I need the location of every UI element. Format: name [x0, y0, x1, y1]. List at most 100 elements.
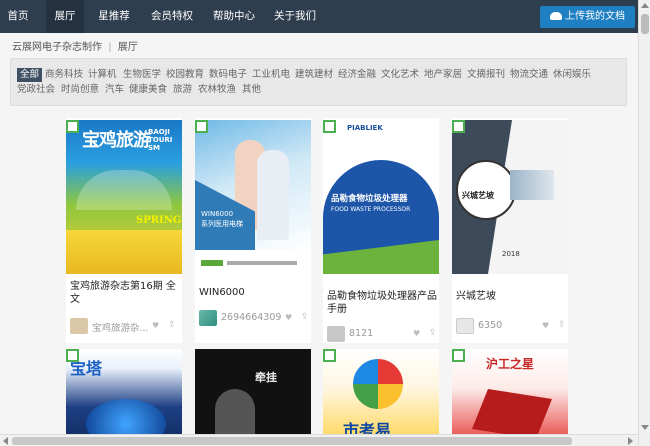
- publication-card[interactable]: 沪工之星: [452, 349, 568, 446]
- horizontal-scrollbar[interactable]: [0, 434, 638, 446]
- view-count: 8121: [349, 328, 374, 339]
- category-item[interactable]: 休闲娱乐: [553, 68, 591, 82]
- nav-vip-label: 会员特权: [151, 10, 193, 22]
- card-footer: 宝鸡旅游杂... ♥ ⇪: [70, 318, 180, 336]
- scroll-right-icon[interactable]: [628, 437, 633, 445]
- heart-icon[interactable]: ♥: [413, 330, 421, 338]
- publication-title[interactable]: 兴城艺坡: [456, 290, 566, 303]
- cover-year: 2018: [502, 250, 520, 258]
- scroll-left-icon[interactable]: [3, 437, 8, 445]
- publication-cover[interactable]: WIN6000 系列医用电梯: [195, 120, 311, 274]
- publication-cover[interactable]: 宝塔: [66, 349, 182, 446]
- category-item[interactable]: 建筑建材: [295, 68, 333, 82]
- publication-card[interactable]: PIABLIEK 品勒食物垃圾处理器 FOOD WASTE PROCESSOR …: [323, 118, 439, 343]
- breadcrumb-current: 展厅: [117, 42, 138, 53]
- heart-icon[interactable]: ♥: [542, 322, 550, 330]
- publication-cover[interactable]: 牵挂: [195, 349, 311, 446]
- share-icon[interactable]: ⇪: [558, 321, 566, 330]
- share-icon[interactable]: ⇪: [429, 329, 437, 338]
- category-item[interactable]: 文摘报刊: [467, 68, 505, 82]
- category-item[interactable]: 生物医学: [123, 68, 161, 82]
- avatar[interactable]: [456, 318, 474, 334]
- category-item[interactable]: 农林牧渔: [198, 83, 236, 97]
- nav-home[interactable]: 首页: [0, 0, 36, 33]
- vertical-scrollbar[interactable]: [638, 0, 650, 446]
- category-item[interactable]: 经济金融: [338, 68, 376, 82]
- category-all[interactable]: 全部: [17, 68, 43, 82]
- share-icon[interactable]: ⇪: [301, 313, 309, 322]
- nav-vip[interactable]: 会员特权: [146, 0, 198, 33]
- heart-icon[interactable]: ♥: [152, 322, 160, 330]
- publication-card[interactable]: 兴城艺坡 2018 兴城艺坡 6350 ♥ ⇪: [452, 118, 568, 343]
- category-item[interactable]: 时尚创意: [61, 83, 99, 97]
- publication-cover[interactable]: 沪工之星: [452, 349, 568, 446]
- nav-recommend-label: 星推荐: [98, 10, 130, 22]
- cloud-upload-icon: [550, 12, 562, 20]
- scroll-thumb[interactable]: [12, 437, 572, 445]
- qr-code-icon: [323, 120, 336, 133]
- publication-cover[interactable]: 市考易: [323, 349, 439, 446]
- category-item[interactable]: 健康美食: [129, 83, 167, 97]
- category-item[interactable]: 文化艺术: [381, 68, 419, 82]
- scroll-thumb[interactable]: [641, 14, 649, 34]
- category-item[interactable]: 党政社会: [17, 83, 55, 97]
- publication-card[interactable]: WIN6000 系列医用电梯 WIN6000 2694664309 ♥ ⇪: [195, 118, 311, 343]
- category-item[interactable]: 物流交通: [510, 68, 548, 82]
- category-item[interactable]: 校园教育: [166, 68, 204, 82]
- cover-season: SPRING: [136, 215, 182, 226]
- nav-gallery-label: 展厅: [54, 10, 76, 22]
- cover-text: WIN6000: [201, 210, 234, 218]
- category-item[interactable]: 旅游: [173, 83, 192, 97]
- qr-code-icon: [452, 349, 465, 362]
- avatar[interactable]: [327, 326, 345, 342]
- card-footer: 2694664309 ♥ ⇪: [199, 310, 309, 328]
- category-filter: 全部 商务科技 计算机 生物医学 校园教育 数码电子 工业机电 建筑建材 经济金…: [10, 58, 627, 106]
- upload-button[interactable]: 上传我的文档: [540, 6, 635, 28]
- cover-subtext: BAOJI TOURISM: [148, 128, 173, 152]
- cover-subtitle: FOOD WASTE PROCESSOR: [331, 206, 411, 213]
- breadcrumb: 云展网电子杂志制作 | 展厅: [12, 38, 141, 53]
- cover-text: 宝鸡旅游: [82, 130, 151, 151]
- cover-subtext: 系列医用电梯: [201, 220, 243, 228]
- cover-brand: PIABLIEK: [347, 124, 383, 132]
- publication-cover[interactable]: PIABLIEK 品勒食物垃圾处理器 FOOD WASTE PROCESSOR: [323, 120, 439, 274]
- top-nav: 首页 展厅 星推荐 会员特权 帮助中心 关于我们 上传我的文档: [0, 0, 638, 33]
- publication-title[interactable]: 宝鸡旅游杂志第16期 全文: [70, 280, 180, 306]
- heart-icon[interactable]: ♥: [285, 314, 293, 322]
- breadcrumb-separator: |: [108, 42, 112, 53]
- cover-title: 品勒食物垃圾处理器: [331, 194, 408, 204]
- scroll-down-icon[interactable]: [641, 425, 649, 430]
- upload-label: 上传我的文档: [565, 11, 625, 22]
- qr-code-icon: [195, 120, 208, 133]
- nav-help[interactable]: 帮助中心: [208, 0, 260, 33]
- publication-card[interactable]: 宝鸡旅游 BAOJI TOURISM SPRING 宝鸡旅游杂志第16期 全文 …: [66, 118, 182, 343]
- category-item[interactable]: 数码电子: [209, 68, 247, 82]
- author-name[interactable]: 宝鸡旅游杂...: [92, 320, 149, 334]
- breadcrumb-root[interactable]: 云展网电子杂志制作: [12, 42, 102, 53]
- publication-title[interactable]: WIN6000: [199, 286, 309, 299]
- avatar[interactable]: [199, 310, 217, 326]
- nav-about-label: 关于我们: [274, 10, 316, 22]
- cover-text: 兴城艺坡: [462, 191, 494, 200]
- category-item[interactable]: 工业机电: [252, 68, 290, 82]
- publication-card[interactable]: 市考易: [323, 349, 439, 446]
- avatar[interactable]: [70, 318, 88, 334]
- publication-cover[interactable]: 兴城艺坡 2018: [452, 120, 568, 274]
- nav-recommend[interactable]: 星推荐: [94, 0, 134, 33]
- publication-card[interactable]: 宝塔: [66, 349, 182, 446]
- category-item[interactable]: 其他: [242, 83, 261, 97]
- category-item[interactable]: 汽车: [105, 83, 124, 97]
- category-item[interactable]: 计算机: [88, 68, 117, 82]
- nav-about[interactable]: 关于我们: [270, 0, 320, 33]
- nav-gallery[interactable]: 展厅: [46, 0, 84, 33]
- publication-cover[interactable]: 宝鸡旅游 BAOJI TOURISM SPRING: [66, 120, 182, 274]
- share-icon[interactable]: ⇪: [168, 321, 176, 330]
- publication-title[interactable]: 品勒食物垃圾处理器产品手册: [327, 290, 437, 316]
- publication-card[interactable]: 牵挂: [195, 349, 311, 446]
- qr-code-icon: [452, 120, 465, 133]
- category-item[interactable]: 商务科技: [45, 68, 83, 82]
- scroll-up-icon[interactable]: [641, 3, 649, 8]
- qr-code-icon: [323, 349, 336, 362]
- category-item[interactable]: 地产家居: [424, 68, 462, 82]
- cover-text: 沪工之星: [486, 357, 535, 371]
